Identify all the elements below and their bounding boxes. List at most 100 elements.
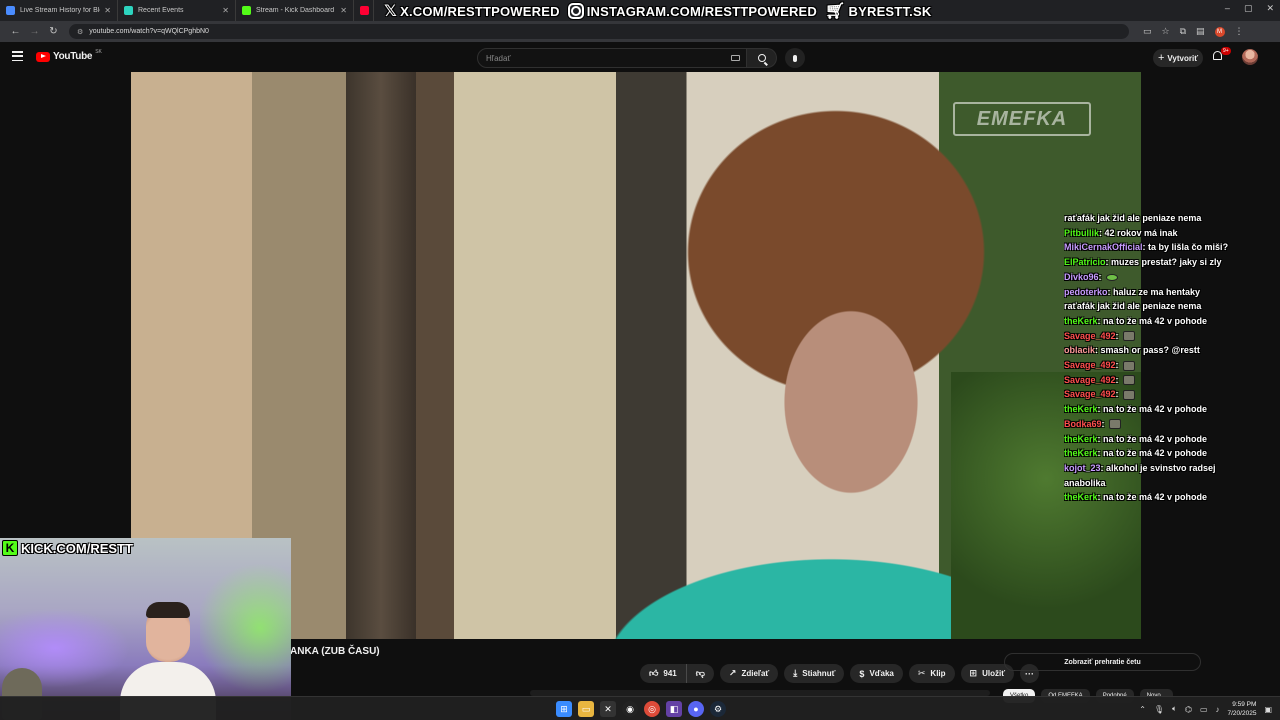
volume-icon[interactable]: ♪: [1216, 705, 1220, 714]
chat-username: Savage_492: [1064, 330, 1116, 341]
chat-message: Savage_492:: [1064, 387, 1274, 402]
chat-replay-label: Zobraziť prehratie četu: [1064, 658, 1141, 666]
notification-center-icon[interactable]: ▣: [1264, 705, 1272, 714]
create-button[interactable]: + Vytvoriť: [1153, 49, 1203, 67]
browser-tab-4-active[interactable]: [354, 0, 374, 21]
chat-text: raťafák jak žid ale peniaze nema: [1064, 213, 1202, 223]
browser-address-bar: ← → ↻ ⚙ youtube.com/watch?v=qWQlCPghbN0 …: [0, 21, 1280, 42]
youtube-logo[interactable]: YouTube SK: [36, 49, 102, 62]
chat-message: kojot_23: alkohol je svinstvo radsej: [1064, 461, 1274, 476]
search-placeholder: Hľadať: [486, 53, 511, 63]
tab-label: Stream - Kick Dashboard: [256, 7, 335, 14]
menu-dots-icon[interactable]: ⋮: [1235, 26, 1244, 37]
chat-username: oblacik: [1064, 345, 1096, 356]
like-count: 941: [663, 669, 677, 678]
shopping-cart-icon: 🛒︎: [825, 3, 846, 20]
browser-tab-1[interactable]: Live Stream History for Blerp St ✕: [0, 0, 118, 21]
tab-close-icon[interactable]: ✕: [222, 6, 229, 15]
terminal-icon[interactable]: ✕: [600, 701, 616, 717]
tab-close-icon[interactable]: ✕: [340, 6, 347, 15]
chat-text: na to že má 42 v pohode: [1103, 492, 1208, 503]
share-button[interactable]: ↗ Zdieľať: [719, 664, 779, 683]
chat-text: anabolika: [1064, 477, 1106, 488]
bookmark-star-icon[interactable]: ☆: [1162, 26, 1170, 37]
reload-icon[interactable]: ↻: [44, 26, 63, 37]
tab-favicon-icon: [242, 6, 251, 15]
maximize-icon[interactable]: ▢: [1244, 3, 1253, 14]
chat-emote-icon: [1123, 360, 1136, 371]
microphone-tray-icon[interactable]: 🎙︎: [1154, 705, 1164, 714]
search-input[interactable]: Hľadať: [477, 48, 747, 68]
chat-text: ta by lišla čo miši?: [1148, 242, 1229, 253]
close-window-icon[interactable]: ✕: [1266, 3, 1274, 14]
like-button[interactable]: 👍︎ 941: [640, 664, 687, 683]
cast-icon[interactable]: ▭: [1143, 26, 1152, 37]
tab-close-icon[interactable]: ✕: [104, 6, 111, 15]
chat-message: theKerk: na to že má 42 v pohode: [1064, 314, 1274, 329]
clip-button[interactable]: ✂ Klip: [908, 664, 955, 683]
chat-text: na to že má 42 v pohode: [1103, 315, 1208, 326]
file-explorer-icon[interactable]: ▭: [578, 701, 594, 717]
monitor-icon[interactable]: ▭: [1200, 705, 1208, 714]
bookmark-icon: ⊞: [969, 668, 978, 678]
chat-message: Savage_492:: [1064, 358, 1274, 373]
keyboard-icon[interactable]: [731, 55, 740, 61]
overlay-instagram-text: INSTAGRAM.COM/RESTTPOWERED: [586, 3, 817, 19]
x-logo-icon: 𝕏: [384, 3, 398, 20]
create-label: Vytvoriť: [1167, 53, 1199, 63]
instagram-logo-icon: [567, 3, 584, 19]
dislike-button[interactable]: 👎︎: [686, 664, 714, 683]
chat-username: pedoterko: [1064, 286, 1108, 297]
steam-icon[interactable]: ⚙: [710, 701, 726, 717]
thanks-button[interactable]: $ Vďaka: [850, 664, 903, 683]
forward-arrow-icon[interactable]: →: [25, 26, 44, 37]
back-arrow-icon[interactable]: ←: [6, 26, 25, 37]
plus-icon: +: [1157, 52, 1165, 64]
taskbar-clock[interactable]: 9:59 PM 7/20/2025: [1228, 700, 1257, 718]
chat-username: theKerk: [1064, 433, 1098, 444]
show-chat-replay-button[interactable]: Zobraziť prehratie četu: [1004, 653, 1201, 671]
obs-icon[interactable]: ◉: [622, 701, 638, 717]
kick-overlay-banner: K KICK.COM/RESTT: [0, 538, 133, 558]
site-info-icon[interactable]: ⚙: [77, 28, 83, 36]
chat-username: theKerk: [1064, 315, 1098, 326]
profile-avatar[interactable]: M: [1214, 26, 1225, 37]
overlay-shop-link: 🛒︎ BYRESTT.SK: [825, 1, 931, 21]
speaker-icon[interactable]: 🔈︎: [1172, 704, 1177, 714]
window-controls: – ▢ ✕: [1225, 3, 1274, 14]
chat-message: ElPatricio: muzes prestat? jaky si zly: [1064, 255, 1274, 270]
tab-label: Live Stream History for Blerp St: [20, 7, 100, 14]
chat-message: theKerk: na to že má 42 v pohode: [1064, 490, 1274, 505]
discord-icon[interactable]: ●: [688, 701, 704, 717]
chat-emote-icon: [1106, 273, 1119, 281]
chrome-icon[interactable]: ◎: [644, 701, 660, 717]
chat-username: Savage_492: [1064, 360, 1116, 371]
chat-emote-icon: [1123, 390, 1136, 401]
chat-text: smash or pass? @restt: [1100, 345, 1200, 356]
chat-text: 42 rokov má inak: [1104, 227, 1178, 238]
twitch-icon[interactable]: ◧: [666, 701, 682, 717]
stream-overlay-banner: 𝕏 X.COM/RESTTPOWERED INSTAGRAM.COM/RESTT…: [384, 1, 931, 21]
chat-separator: :: [1115, 389, 1122, 400]
account-avatar[interactable]: [1242, 49, 1258, 65]
microphone-icon: [793, 54, 797, 62]
save-label: Uložiť: [982, 669, 1006, 678]
sidebar-icon[interactable]: ▤: [1196, 26, 1205, 37]
chat-message: Divko96:: [1064, 270, 1274, 285]
minimize-icon[interactable]: –: [1225, 3, 1230, 14]
extensions-icon[interactable]: ⧉: [1180, 26, 1186, 37]
hamburger-menu-icon[interactable]: [12, 51, 23, 61]
download-button[interactable]: ⤓ Stiahnuť: [784, 664, 845, 683]
browser-tab-2[interactable]: Recent Events ✕: [118, 0, 236, 21]
url-input[interactable]: ⚙ youtube.com/watch?v=qWQlCPghbN0: [69, 24, 1129, 39]
start-menu-icon[interactable]: ⊞: [556, 701, 572, 717]
voice-search-button[interactable]: [785, 48, 805, 68]
network-icon[interactable]: ⌬: [1185, 705, 1192, 714]
stream-chat-overlay: raťafák jak žid ale peniaze nema Pitbulli…: [1064, 211, 1274, 505]
browser-tab-3[interactable]: Stream - Kick Dashboard ✕: [236, 0, 354, 21]
chevron-up-icon[interactable]: ⌃: [1139, 705, 1146, 714]
notifications-button[interactable]: 9+: [1213, 47, 1231, 63]
youtube-wordmark: YouTube: [53, 51, 93, 62]
chat-username: Pitbullik: [1064, 227, 1100, 238]
search-button[interactable]: [747, 48, 777, 68]
